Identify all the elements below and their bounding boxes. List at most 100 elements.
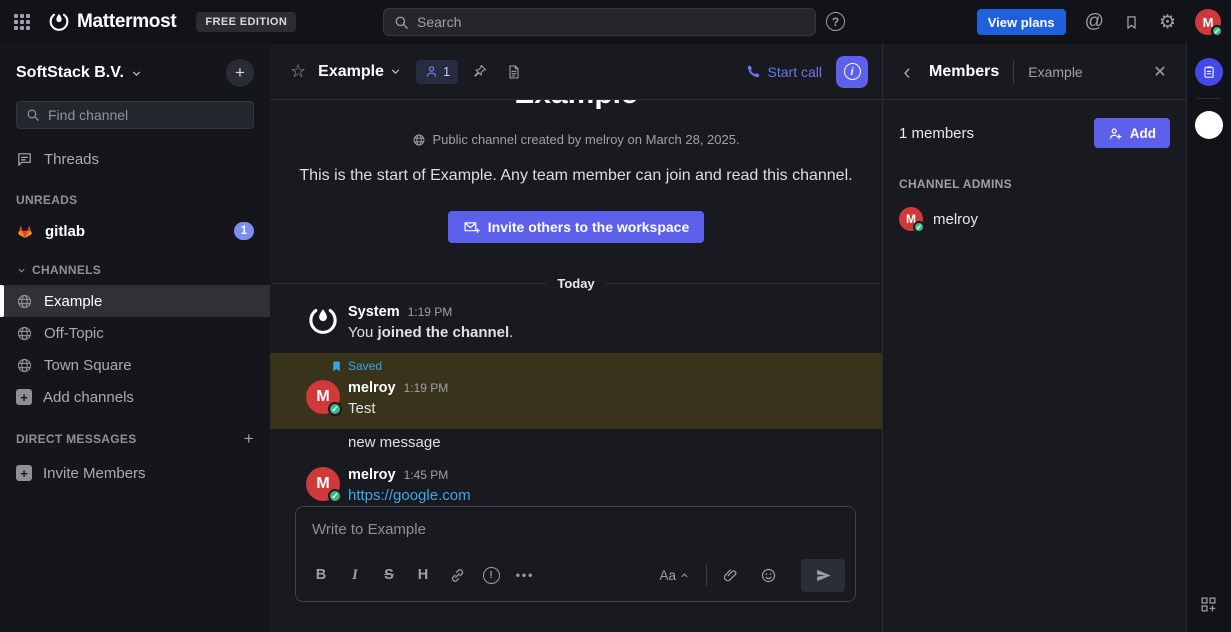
member-list-item[interactable]: M ✓ melroy [899,207,1170,231]
app-bar-divider [1197,98,1221,99]
channel-label: gitlab [45,223,85,240]
attach-file-button[interactable] [717,562,743,588]
find-channel-box[interactable] [16,101,254,129]
channel-intro-meta: Public channel created by melroy on Marc… [270,132,882,147]
composer-toolbar-right: Aa [653,559,845,592]
send-plane-icon [815,567,832,584]
add-direct-message-button[interactable]: + [244,429,254,449]
plugin-app-icon[interactable] [1195,111,1223,139]
message-list: Example Public channel created by melroy… [270,100,882,506]
date-divider-label: Today [557,276,594,291]
playbooks-app-icon[interactable] [1195,58,1223,86]
product-switcher-icon[interactable] [12,12,32,32]
add-channels-label: Add channels [43,389,134,406]
saved-indicator: Saved [270,359,882,373]
grid-plus-icon [1199,595,1218,614]
close-icon[interactable]: ✕ [1146,58,1174,86]
globe-icon [412,133,426,147]
global-search[interactable] [383,8,816,36]
sidebar-item-invite-members[interactable]: + Invite Members [0,457,270,489]
online-status-icon: ✓ [1211,25,1223,37]
user-avatar[interactable]: M ✓ [1195,9,1221,35]
saved-message-block[interactable]: Saved M ✓ melroy 1:19 PM Test [270,353,882,429]
saved-flag-icon [330,360,343,373]
sidebar-item-gitlab[interactable]: gitlab 1 [0,215,270,247]
channel-title: Example [318,63,384,81]
message-link[interactable]: https://google.com [348,487,471,504]
message-melroy-test[interactable]: M ✓ melroy 1:19 PM Test [270,376,882,421]
team-menu[interactable]: SoftStack B.V. [16,64,143,82]
send-button[interactable] [801,559,845,592]
edition-badge: FREE EDITION [196,12,296,32]
message-body: melroy 1:19 PM Test [348,380,448,417]
message-followup[interactable]: new message [270,434,882,451]
channel-info-button[interactable]: i [836,56,868,88]
toolbar-divider [706,564,707,586]
add-members-button[interactable]: Add [1094,118,1170,148]
find-channel-input[interactable] [48,107,244,123]
message-text: https://google.com [348,487,471,504]
favorite-star-icon[interactable]: ☆ [286,59,310,84]
channels-label-text: CHANNELS [32,263,101,277]
app-marketplace-icon[interactable] [1199,595,1218,614]
channel-title-menu[interactable]: Example [318,63,402,81]
global-topbar: Mattermost FREE EDITION ? View plans @ ⚙… [0,0,1231,44]
message-melroy-link[interactable]: M ✓ melroy 1:45 PM https://google.com [270,463,882,506]
direct-messages-section-label: DIRECT MESSAGES + [0,429,270,449]
system-text-suffix: . [509,324,513,341]
mentions-icon[interactable]: @ [1085,11,1104,33]
channel-files-icon[interactable] [501,64,527,80]
sidebar-item-example[interactable]: Example [0,285,270,317]
bold-button[interactable]: B [308,562,334,588]
back-button[interactable]: ‹ [893,58,921,86]
italic-button[interactable]: I [342,562,368,588]
saved-posts-icon[interactable] [1123,14,1140,31]
message-input[interactable]: Write to Example [296,507,855,555]
message-author[interactable]: melroy [348,467,396,483]
composer-area: Write to Example B I S H ! ••• [270,506,882,632]
search-input[interactable] [417,14,805,30]
help-icon[interactable]: ? [826,12,845,31]
unreads-section-label: UNREADS [0,193,270,207]
system-message[interactable]: System 1:19 PM You joined the channel. [270,300,882,345]
start-call-button[interactable]: Start call [746,64,822,80]
message-timestamp: 1:19 PM [408,305,453,319]
system-text-prefix: You [348,324,377,341]
view-plans-button[interactable]: View plans [977,9,1066,35]
member-count-button[interactable]: 1 [416,60,458,84]
members-count-label: 1 members [899,125,974,142]
person-icon [424,64,439,79]
online-status-icon: ✓ [328,489,342,503]
invite-others-button[interactable]: Invite others to the workspace [448,211,705,243]
invite-others-label: Invite others to the workspace [488,219,690,235]
mattermost-logo-icon [48,11,70,33]
user-avatar[interactable]: M ✓ [306,467,340,501]
person-plus-icon [1108,126,1123,141]
channel-header: ☆ Example 1 [270,44,882,100]
more-formatting-button[interactable]: ••• [512,562,538,588]
formatting-toggle-button[interactable]: Aa [653,564,696,587]
channels-section-label[interactable]: CHANNELS [0,263,270,277]
strikethrough-button[interactable]: S [376,562,402,588]
channel-label: Example [44,293,102,310]
emoji-button[interactable] [755,562,781,588]
user-avatar[interactable]: M ✓ [306,380,340,414]
link-button[interactable] [444,562,470,588]
formatting-toggle-label: Aa [659,568,676,583]
pin-icon[interactable] [466,63,493,80]
add-team-button[interactable]: + [226,59,254,87]
threads-icon [16,151,33,168]
sidebar-item-off-topic[interactable]: Off-Topic [0,317,270,349]
message-author[interactable]: System [348,304,400,320]
invite-button-wrap: Invite others to the workspace [270,211,882,243]
sidebar-item-threads[interactable]: Threads [0,143,270,175]
message-author[interactable]: melroy [348,380,396,396]
heading-button[interactable]: H [410,562,436,588]
dm-label-text: DIRECT MESSAGES [16,432,137,446]
chevron-up-icon [679,570,690,581]
priority-button[interactable]: ! [478,562,504,588]
settings-gear-icon[interactable]: ⚙ [1159,11,1176,34]
sidebar-item-town-square[interactable]: Town Square [0,349,270,381]
app-bar [1186,44,1230,632]
sidebar-item-add-channels[interactable]: + Add channels [0,381,270,413]
